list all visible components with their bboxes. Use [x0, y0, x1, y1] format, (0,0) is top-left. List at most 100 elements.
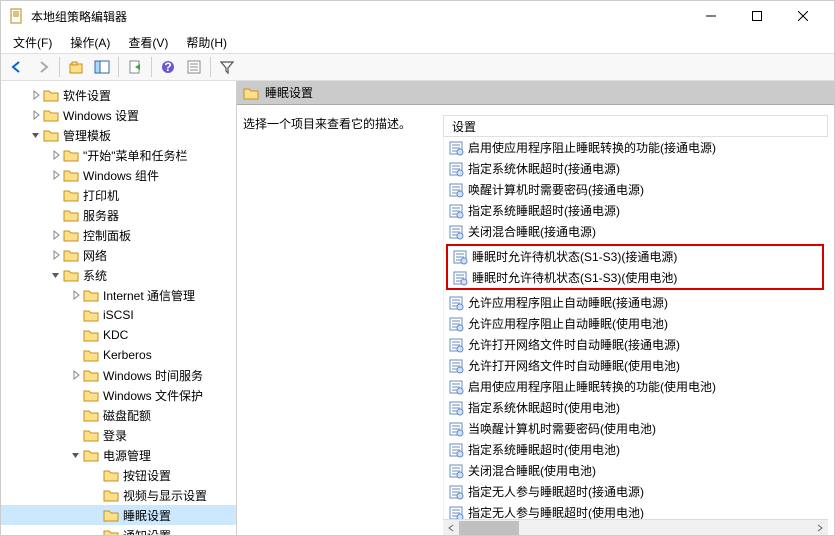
content-area: 软件设置 Windows 设置管理模板"开始"菜单和任务栏Windows 组件打印… [1, 81, 834, 535]
tree-item-n2_5[interactable]: 网络 [1, 245, 236, 265]
expander-closed-icon[interactable] [49, 228, 63, 242]
policy-setting-icon [448, 316, 464, 332]
setting-item[interactable]: 当唤醒计算机时需要密码(使用电池) [444, 418, 828, 439]
expander-none [49, 188, 63, 202]
scroll-left-icon[interactable] [443, 520, 459, 536]
tree-item-n2_6_8_1[interactable]: 视频与显示设置 [1, 485, 236, 505]
setting-item[interactable]: 允许应用程序阻止自动睡眠(使用电池) [444, 313, 828, 334]
menu-action[interactable]: 操作(A) [62, 32, 118, 53]
back-button[interactable] [5, 55, 29, 79]
tree-item-n2_6_1[interactable]: iSCSI [1, 305, 236, 325]
expander-closed-icon[interactable] [29, 108, 43, 122]
tree-panel[interactable]: 软件设置 Windows 设置管理模板"开始"菜单和任务栏Windows 组件打印… [1, 81, 237, 535]
up-button[interactable] [64, 55, 88, 79]
tree-item-n2_6_6[interactable]: 磁盘配额 [1, 405, 236, 425]
setting-item[interactable]: 指定系统休眠超时(接通电源) [444, 158, 828, 179]
expander-open-icon[interactable] [69, 448, 83, 462]
expander-open-icon[interactable] [29, 128, 43, 142]
expander-closed-icon[interactable] [49, 148, 63, 162]
horizontal-scrollbar[interactable] [443, 519, 828, 535]
tree-item-n2_6_8_3[interactable]: 通知设置 [1, 525, 236, 535]
folder-icon [43, 128, 59, 142]
tree-item-label: 睡眠设置 [123, 507, 171, 524]
close-button[interactable] [780, 1, 826, 31]
tree-item-n2_1[interactable]: Windows 组件 [1, 165, 236, 185]
export-button[interactable] [123, 55, 147, 79]
setting-item[interactable]: 关闭混合睡眠(接通电源) [444, 221, 828, 242]
window-controls [688, 1, 826, 31]
tree-item-n2_3[interactable]: 服务器 [1, 205, 236, 225]
tree-item-n2_6_2[interactable]: KDC [1, 325, 236, 345]
column-header-setting[interactable]: 设置 [443, 115, 828, 137]
setting-item[interactable]: 允许打开网络文件时自动睡眠(接通电源) [444, 334, 828, 355]
tree-item-n2_6_8[interactable]: 电源管理 [1, 445, 236, 465]
setting-item[interactable]: 允许应用程序阻止自动睡眠(接通电源) [444, 292, 828, 313]
folder-icon [83, 308, 99, 322]
tree-item-label: 网络 [83, 247, 107, 264]
expander-closed-icon[interactable] [49, 248, 63, 262]
tree-item-label: Windows 设置 [63, 107, 139, 124]
folder-icon [243, 86, 259, 100]
folder-icon [83, 388, 99, 402]
minimize-button[interactable] [688, 1, 734, 31]
settings-list[interactable]: 启用使应用程序阻止睡眠转换的功能(接通电源)指定系统休眠超时(接通电源) 唤醒计算… [443, 137, 828, 519]
maximize-button[interactable] [734, 1, 780, 31]
menu-help[interactable]: 帮助(H) [178, 32, 235, 53]
policy-setting-icon [448, 295, 464, 311]
setting-item[interactable]: 启用使应用程序阻止睡眠转换的功能(使用电池) [444, 376, 828, 397]
expander-closed-icon[interactable] [69, 288, 83, 302]
details-title: 睡眠设置 [265, 84, 313, 101]
filter-button[interactable] [215, 55, 239, 79]
tree-item-n2_6_8_2[interactable]: 睡眠设置 [1, 505, 236, 525]
tree-item-n2_6_8_0[interactable]: 按钮设置 [1, 465, 236, 485]
tree-item-n0[interactable]: 软件设置 [1, 85, 236, 105]
tree-item-n2_6_5[interactable]: Windows 文件保护 [1, 385, 236, 405]
tree-item-n1[interactable]: Windows 设置 [1, 105, 236, 125]
setting-item[interactable]: 允许打开网络文件时自动睡眠(使用电池) [444, 355, 828, 376]
tree-item-label: 按钮设置 [123, 467, 171, 484]
tree-item-n2_6_4[interactable]: Windows 时间服务 [1, 365, 236, 385]
policy-setting-icon [448, 358, 464, 374]
tree-item-n2_6_0[interactable]: Internet 通信管理 [1, 285, 236, 305]
details-header: 睡眠设置 [237, 81, 834, 105]
folder-icon [83, 428, 99, 442]
setting-item[interactable]: 指定系统睡眠超时(使用电池) [444, 439, 828, 460]
tree-item-n2_2[interactable]: 打印机 [1, 185, 236, 205]
tree-item-label: 视频与显示设置 [123, 487, 207, 504]
expander-none [69, 428, 83, 442]
setting-item[interactable]: 指定无人参与睡眠超时(使用电池) [444, 502, 828, 519]
folder-icon [83, 328, 99, 342]
tree-item-n2_6_3[interactable]: Kerberos [1, 345, 236, 365]
setting-item[interactable]: 指定系统睡眠超时(接通电源) [444, 200, 828, 221]
setting-item[interactable]: 启用使应用程序阻止睡眠转换的功能(接通电源) [444, 137, 828, 158]
help-button[interactable]: ? [156, 55, 180, 79]
tree-item-n2_6[interactable]: 系统 [1, 265, 236, 285]
tree-item-n2[interactable]: 管理模板 [1, 125, 236, 145]
setting-label: 唤醒计算机时需要密码(接通电源) [468, 181, 644, 198]
setting-item[interactable]: 关闭混合睡眠(使用电池) [444, 460, 828, 481]
policy-setting-icon [448, 337, 464, 353]
setting-label: 关闭混合睡眠(接通电源) [468, 223, 596, 240]
forward-button[interactable] [31, 55, 55, 79]
expander-closed-icon[interactable] [49, 168, 63, 182]
properties-button[interactable] [182, 55, 206, 79]
folder-icon [43, 88, 59, 102]
setting-item[interactable]: 唤醒计算机时需要密码(接通电源) [444, 179, 828, 200]
setting-item[interactable]: 睡眠时允许待机状态(S1-S3)(接通电源) [448, 246, 822, 267]
menu-file[interactable]: 文件(F) [5, 32, 60, 53]
policy-setting-icon [448, 442, 464, 458]
setting-item[interactable]: 指定系统休眠超时(使用电池) [444, 397, 828, 418]
scroll-right-icon[interactable] [812, 520, 828, 536]
expander-closed-icon[interactable] [69, 368, 83, 382]
expander-open-icon[interactable] [49, 268, 63, 282]
tree-item-n2_6_7[interactable]: 登录 [1, 425, 236, 445]
policy-setting-icon [448, 182, 464, 198]
menu-view[interactable]: 查看(V) [120, 32, 176, 53]
tree-item-n2_0[interactable]: "开始"菜单和任务栏 [1, 145, 236, 165]
scroll-thumb[interactable] [459, 521, 519, 535]
expander-closed-icon[interactable] [29, 88, 43, 102]
setting-item[interactable]: 睡眠时允许待机状态(S1-S3)(使用电池) [448, 267, 822, 288]
show-hide-tree-button[interactable] [90, 55, 114, 79]
setting-item[interactable]: 指定无人参与睡眠超时(接通电源) [444, 481, 828, 502]
tree-item-n2_4[interactable]: 控制面板 [1, 225, 236, 245]
